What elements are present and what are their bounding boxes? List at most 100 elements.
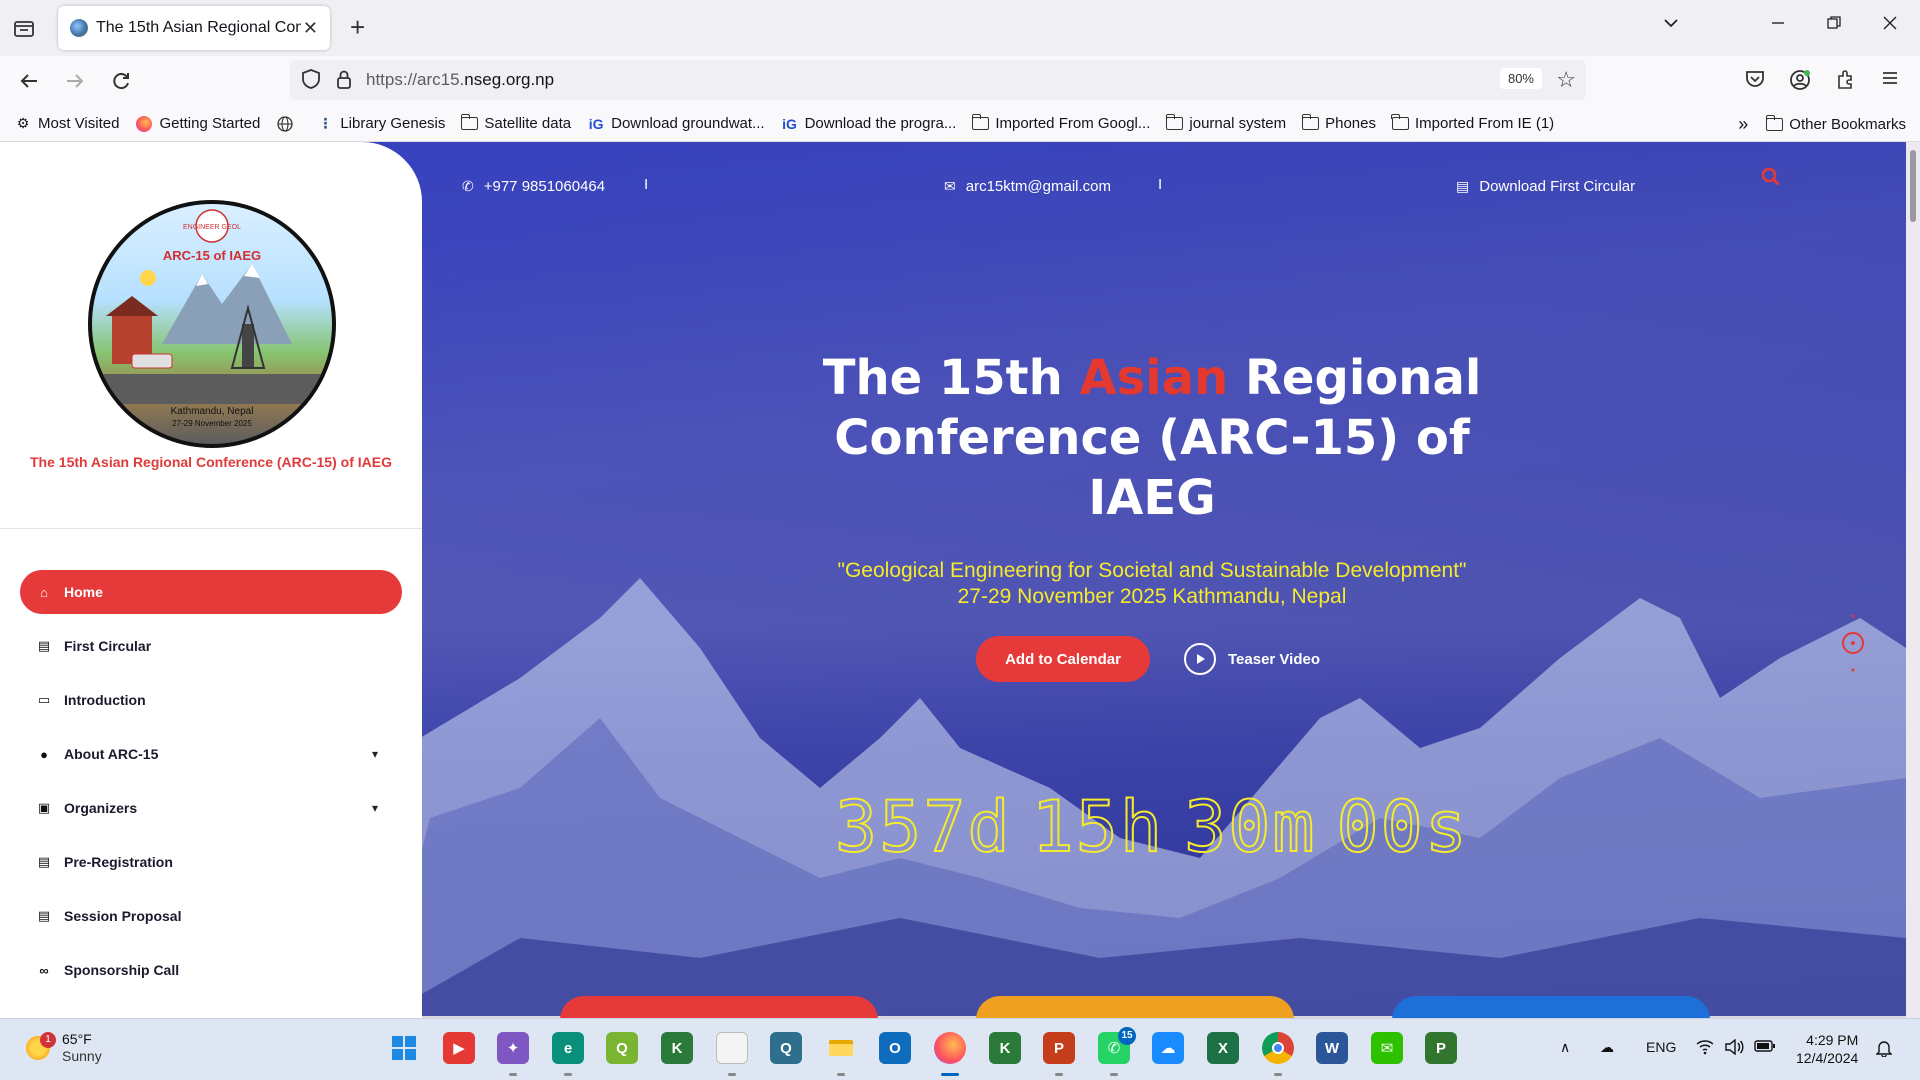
- folder-icon: [1165, 114, 1184, 130]
- info-card-3[interactable]: [1392, 996, 1710, 1018]
- conference-logo[interactable]: ENGINEER GEOL ARC-15 of IAEG Kathmandu, …: [88, 200, 336, 448]
- logo-location-text: Kathmandu, Nepal: [171, 406, 254, 417]
- bookmark-getting-started[interactable]: Getting Started: [135, 115, 260, 132]
- zoom-level-badge[interactable]: 80%: [1499, 68, 1542, 89]
- onedrive-offline-icon[interactable]: ☁: [1600, 1039, 1614, 1056]
- minimize-icon[interactable]: [1770, 14, 1786, 37]
- ig-icon: iG: [588, 115, 604, 132]
- running-indicator: [1274, 1073, 1282, 1076]
- sidebar-item-first-circular[interactable]: ▤ First Circular: [20, 624, 402, 668]
- system-clock[interactable]: 4:29 PM 12/4/2024: [1796, 1031, 1858, 1067]
- copilot-icon[interactable]: ✦: [497, 1032, 529, 1064]
- windows-start-icon[interactable]: [388, 1032, 420, 1064]
- close-window-icon[interactable]: [1882, 14, 1898, 37]
- sidebar-item-pre-registration[interactable]: ▤ Pre-Registration: [20, 840, 402, 884]
- extensions-icon[interactable]: [1834, 68, 1856, 96]
- info-card-2[interactable]: [976, 996, 1294, 1018]
- reload-icon[interactable]: [106, 66, 136, 96]
- pocket-icon[interactable]: [1744, 68, 1766, 96]
- battery-icon[interactable]: [1754, 1039, 1776, 1056]
- sidebar: ENGINEER GEOL ARC-15 of IAEG Kathmandu, …: [0, 142, 422, 1018]
- teaser-video-button[interactable]: Teaser Video: [1184, 636, 1320, 682]
- browser-tab-active[interactable]: The 15th Asian Regional Conference (ARC-…: [58, 6, 330, 50]
- restore-icon[interactable]: [1826, 14, 1842, 37]
- url-text[interactable]: https://arc15.nseg.org.np: [366, 70, 554, 90]
- weather-widget[interactable]: 1 65°F Sunny: [26, 1031, 102, 1065]
- new-tab-button[interactable]: +: [350, 14, 365, 40]
- tab-list-icon[interactable]: [12, 16, 36, 40]
- sidebar-item-introduction[interactable]: ▭ Introduction: [20, 678, 402, 722]
- sidebar-item-sponsorship-call[interactable]: ∞ Sponsorship Call: [20, 948, 402, 992]
- countdown-timer: 357d 15h 30m 00s: [720, 785, 1584, 869]
- windows-taskbar: 1 65°F Sunny ▶ ✦ e Q K Q O K P ✆ 15 ☁ X W ✉ P ∧ ☁ ENG 4…: [0, 1018, 1920, 1080]
- search-app-icon[interactable]: Q: [770, 1032, 802, 1064]
- qgis-icon[interactable]: Q: [606, 1032, 638, 1064]
- outlook-icon[interactable]: O: [879, 1032, 911, 1064]
- word-icon[interactable]: W: [1316, 1032, 1348, 1064]
- page-scrollbar[interactable]: [1906, 142, 1920, 1018]
- tab-close-icon[interactable]: ✕: [303, 18, 318, 39]
- app-menu-icon[interactable]: [1880, 68, 1900, 94]
- more-bookmarks-chevron-icon[interactable]: »: [1738, 114, 1748, 135]
- scrollbar-thumb[interactable]: [1910, 150, 1916, 222]
- add-to-calendar-button[interactable]: Add to Calendar: [976, 636, 1150, 682]
- back-icon[interactable]: [14, 66, 44, 96]
- bookmark-imported-google[interactable]: Imported From Googl...: [971, 114, 1150, 132]
- project-icon[interactable]: P: [1425, 1032, 1457, 1064]
- bookmark-phones[interactable]: Phones: [1301, 114, 1376, 132]
- file-explorer-icon[interactable]: [825, 1032, 857, 1064]
- bookmark-satellite-data[interactable]: Satellite data: [460, 114, 571, 132]
- slider-nav-icon[interactable]: [1840, 608, 1866, 683]
- bookmark-globe[interactable]: [276, 115, 300, 132]
- excel-icon[interactable]: X: [1207, 1032, 1239, 1064]
- tracking-protection-shield-icon[interactable]: [300, 68, 322, 95]
- bookmark-library-genesis[interactable]: ⋮ Library Genesis: [316, 115, 445, 132]
- account-icon[interactable]: [1788, 68, 1812, 98]
- download-first-circular-link[interactable]: ▤ Download First Circular: [1456, 178, 1635, 195]
- sci-app-icon[interactable]: K: [661, 1032, 693, 1064]
- chalkboard-icon: ▭: [37, 692, 51, 707]
- sidebar-item-organizers[interactable]: ▣ Organizers ▾: [20, 786, 402, 830]
- bookmark-download-groundwater[interactable]: iG Download groundwat...: [587, 115, 765, 132]
- onedrive-icon[interactable]: ☁: [1152, 1032, 1184, 1064]
- bookmark-imported-ie[interactable]: Imported From IE (1): [1391, 114, 1554, 132]
- other-bookmarks[interactable]: Other Bookmarks: [1789, 116, 1906, 133]
- email-contact[interactable]: ✉ arc15ktm@gmail.com: [944, 178, 1111, 195]
- logo-badge-text: ENGINEER GEOL: [183, 224, 241, 231]
- sidebar-item-about-arc15[interactable]: ● About ARC-15 ▾: [20, 732, 402, 776]
- countdown-seconds: 00s: [1335, 785, 1469, 869]
- sci-app2-icon[interactable]: K: [989, 1032, 1021, 1064]
- language-indicator[interactable]: ENG: [1646, 1039, 1676, 1055]
- notification-badge: 1: [40, 1032, 56, 1048]
- bookmark-journal-system[interactable]: journal system: [1165, 114, 1286, 132]
- firefox-icon[interactable]: [934, 1032, 966, 1064]
- sidebar-item-home[interactable]: ⌂ Home: [20, 570, 402, 614]
- wifi-icon[interactable]: [1696, 1039, 1714, 1058]
- folder-icon: [1391, 114, 1409, 130]
- list-all-tabs-icon[interactable]: [1662, 14, 1680, 38]
- phone-icon: ✆: [462, 178, 474, 194]
- powerpoint-icon[interactable]: P: [1043, 1032, 1075, 1064]
- edge-icon[interactable]: e: [552, 1032, 584, 1064]
- logo-caption: The 15th Asian Regional Conference (ARC-…: [30, 454, 392, 470]
- notification-bell-icon[interactable]: [1875, 1039, 1893, 1060]
- wechat-icon[interactable]: ✉: [1371, 1032, 1403, 1064]
- folder-icon: [460, 114, 479, 130]
- search-icon[interactable]: [1760, 166, 1782, 193]
- address-bar[interactable]: https://arc15.nseg.org.np 80% ☆: [290, 60, 1586, 100]
- sidebar-item-session-proposal[interactable]: ▤ Session Proposal: [20, 894, 402, 938]
- phone-contact[interactable]: ✆ +977 9851060464: [462, 178, 605, 195]
- show-hidden-icons-chevron-icon[interactable]: ∧: [1560, 1039, 1570, 1056]
- library-icon: ⋮: [318, 115, 333, 131]
- weather-condition: Sunny: [62, 1048, 102, 1064]
- bookmark-most-visited[interactable]: ⚙ Most Visited: [14, 115, 120, 132]
- bookmark-star-icon[interactable]: ☆: [1556, 67, 1576, 93]
- bookmark-download-program[interactable]: iG Download the progra...: [781, 115, 956, 132]
- info-card-1[interactable]: [560, 996, 878, 1018]
- volume-icon[interactable]: [1724, 1038, 1744, 1058]
- notepad-icon[interactable]: [716, 1032, 748, 1064]
- app-red-icon[interactable]: ▶: [443, 1032, 475, 1064]
- forward-icon[interactable]: [60, 66, 90, 96]
- chrome-icon[interactable]: [1262, 1032, 1294, 1064]
- lock-icon[interactable]: [334, 68, 354, 95]
